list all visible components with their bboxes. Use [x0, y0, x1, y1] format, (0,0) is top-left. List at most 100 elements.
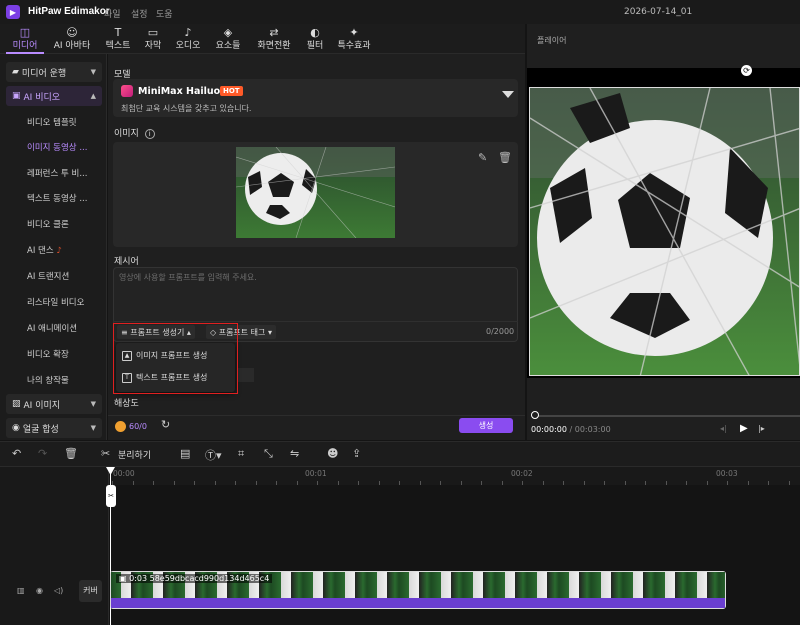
crop-icon[interactable]: ⌗ [238, 447, 244, 461]
caption-icon[interactable]: ▤ [180, 447, 190, 460]
refresh-icon[interactable]: ↻ [161, 418, 170, 431]
ruler-tick [502, 481, 503, 485]
chevron-down-icon: ▾ [267, 328, 272, 337]
ruler-tick [686, 481, 687, 485]
info-icon[interactable]: i [144, 129, 155, 139]
char-count: 0/2000 [486, 327, 515, 336]
sidebar-item-my-creations[interactable]: 나의 창작물 [27, 374, 69, 386]
image-label: 이미지 i [114, 126, 155, 139]
track-lock-icon[interactable]: ▥ [17, 586, 25, 595]
sidebar-item-ai-animation[interactable]: AI 애니메이션 [27, 322, 77, 334]
sidebar-item-video-template[interactable]: 비디오 템플릿 [27, 116, 77, 128]
scrub-handle[interactable] [531, 411, 539, 419]
resize-icon[interactable]: ⤡ [264, 447, 273, 461]
ruler-label: 00:01 [305, 469, 327, 478]
text-tool-icon[interactable]: Ⓣ▾ [205, 447, 222, 463]
sidebar-item-reference[interactable]: 레퍼런스 투 비... [27, 167, 87, 179]
delete-icon[interactable]: 🗑 [64, 447, 78, 460]
undo-icon[interactable]: ↶ [12, 447, 21, 460]
sidebar-group-media[interactable]: ▰ 미디어 운행 ▼ [6, 62, 102, 82]
menu-settings[interactable]: 설정 [131, 7, 148, 20]
cover-button[interactable]: 커버 [79, 580, 102, 602]
video-frame[interactable] [529, 87, 800, 376]
ruler-tick [481, 481, 482, 485]
face-detect-icon[interactable]: ☻ [327, 447, 338, 460]
ruler-label: 00:03 [716, 469, 738, 478]
trash-icon[interactable]: 🗑 [498, 151, 512, 164]
time-ruler[interactable] [109, 467, 800, 485]
playhead-grip-icon[interactable]: ✂ [106, 485, 116, 507]
scissors-icon[interactable]: ✂ [101, 447, 110, 460]
ruler-tick [297, 481, 298, 485]
previous-frame-icon[interactable]: ◂| [720, 424, 727, 433]
sidebar-group-face-swap[interactable]: ◉ 얼굴 합성 ▼ [6, 418, 102, 438]
tab-elements[interactable]: ◈ 요소들 [212, 24, 244, 54]
tab-transition[interactable]: ⇄ 화면전환 [254, 24, 294, 54]
mirror-icon[interactable]: ⇋ [290, 447, 299, 460]
subtitle-icon: ▭ [147, 26, 159, 39]
split-label[interactable]: 분리하기 [118, 448, 151, 461]
play-icon[interactable]: ▶ [740, 423, 748, 434]
sidebar-item-ai-dance[interactable]: AI 댄스 ♪ [27, 244, 62, 256]
ruler-tick [522, 481, 523, 485]
ruler-tick [379, 481, 380, 485]
dropdown-arrow-icon[interactable] [502, 91, 514, 98]
menu-file[interactable]: 파일 [104, 7, 121, 20]
highlight-frame [113, 323, 238, 394]
chevron-up-icon: ▲ [90, 92, 96, 100]
ruler-tick [666, 481, 667, 485]
prompt-placeholder: 영상에 사용할 프롬프트를 입력해 주세요. [119, 273, 257, 282]
sidebar-item-text-to-video[interactable]: 텍스트 동영상 ... [27, 192, 87, 204]
ruler-tick [399, 481, 400, 485]
ruler-tick [563, 481, 564, 485]
export-frame-icon[interactable]: ⇪ [352, 447, 361, 460]
sidebar-item-ai-transition[interactable]: AI 트랜지션 [27, 270, 69, 282]
app-logo-icon: ▶ [6, 5, 20, 19]
media-icon: ◫ [19, 26, 31, 39]
tab-audio[interactable]: ♪ 오디오 [172, 24, 204, 54]
player-title: 플레이어 [537, 36, 567, 45]
text-icon: T [114, 26, 122, 39]
track-audio-icon[interactable]: ◁) [54, 586, 63, 595]
ruler-tick [317, 481, 318, 485]
tab-text[interactable]: T 텍스트 [102, 24, 134, 54]
chevron-down-icon: ▼ [90, 68, 96, 76]
tab-filter[interactable]: ◐ 필터 [302, 24, 328, 54]
sidebar-group-ai-video[interactable]: ▣ AI 비디오 ▲ [6, 86, 102, 106]
ruler-tick [543, 481, 544, 485]
ruler-tick [789, 481, 790, 485]
edit-icon[interactable]: ✎ [478, 151, 487, 164]
ruler-tick [235, 481, 236, 485]
tab-subtitle[interactable]: ▭ 자막 [140, 24, 166, 54]
next-frame-icon[interactable]: |▸ [758, 424, 765, 433]
ruler-tick [174, 481, 175, 485]
sidebar-item-restyle[interactable]: 리스타일 비디오 [27, 296, 84, 308]
sidebar-item-video-extend[interactable]: 비디오 확장 [27, 348, 69, 360]
clip-label: ▣ 0:03 58e59dbcacd990d134d465c4 [116, 574, 273, 583]
effects-icon: ✦ [349, 26, 359, 39]
clip-audio-waveform [111, 598, 725, 608]
partially-hidden-field [237, 368, 254, 382]
tab-media[interactable]: ◫ 미디어 [6, 24, 44, 54]
hot-badge: HOT [220, 86, 243, 96]
rotate-icon[interactable]: ⟳ [741, 65, 752, 76]
sidebar-item-video-clone[interactable]: 비디오 클론 [27, 218, 69, 230]
track-visibility-icon[interactable]: ◉ [36, 586, 43, 595]
ruler-tick [358, 481, 359, 485]
uploaded-image-thumbnail [236, 147, 395, 238]
model-description: 최첨단 교육 시스템을 갖추고 있습니다. [121, 104, 252, 113]
model-logo-icon [121, 85, 133, 97]
scrub-bar[interactable] [535, 415, 800, 417]
ruler-tick [707, 481, 708, 485]
tab-ai-avatar[interactable]: ☺ AI 아바타 [50, 24, 94, 54]
chevron-down-icon: ▼ [90, 400, 96, 408]
video-clip-icon: ▣ [119, 574, 127, 583]
redo-icon[interactable]: ↷ [38, 447, 47, 460]
sidebar-group-ai-image[interactable]: ▨ AI 이미지 ▼ [6, 394, 102, 414]
generate-button[interactable]: 생성 [459, 418, 513, 433]
menu-help[interactable]: 도움 [156, 7, 173, 20]
sidebar-item-image-to-video[interactable]: 이미지 동영상 ... [27, 141, 87, 153]
app-title: HitPaw Edimakor [28, 6, 110, 17]
tab-effects[interactable]: ✦ 특수효과 [334, 24, 374, 54]
folder-icon: ▰ [12, 67, 19, 77]
